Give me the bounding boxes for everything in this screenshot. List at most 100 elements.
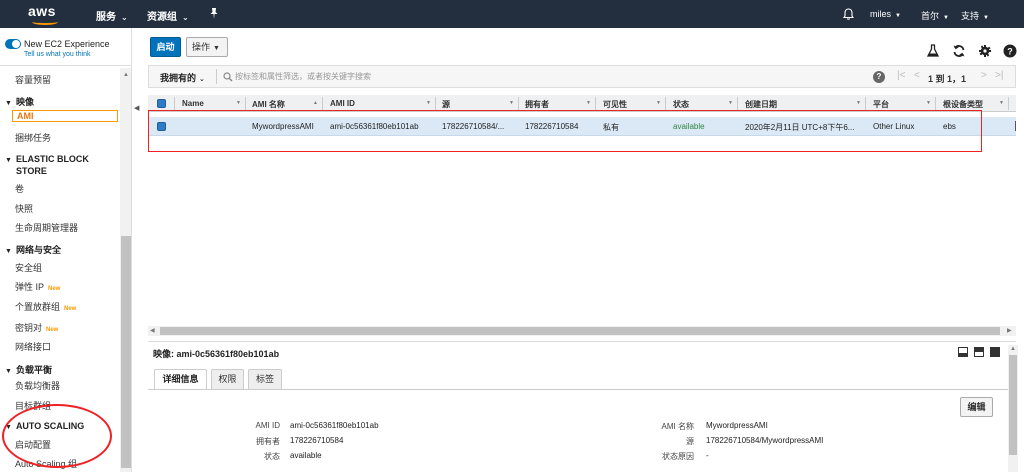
column-header-name[interactable]: Name: [182, 99, 204, 108]
table-horizontal-scrollbar[interactable]: ◀ ▶: [148, 326, 1016, 336]
detail-value-ami-name: MywordpressAMI: [706, 421, 768, 430]
column-header-created[interactable]: 创建日期: [745, 99, 777, 110]
support-menu[interactable]: 支持 ▼: [961, 9, 989, 22]
detail-value-status: available: [290, 451, 322, 460]
scroll-left-icon[interactable]: ◀: [150, 327, 155, 334]
sidebar-item-launch-configurations[interactable]: 启动配置: [15, 438, 51, 451]
select-all-checkbox[interactable]: [157, 99, 166, 108]
sidebar-item-key-pairs[interactable]: 密钥对 New: [15, 321, 58, 334]
tab-tags[interactable]: 标签: [248, 369, 282, 389]
sidebar-scrollbar[interactable]: ▲: [120, 68, 131, 472]
column-header-root-device[interactable]: 根设备类型: [943, 99, 983, 110]
sidebar-item-snapshots[interactable]: 快照: [15, 202, 33, 215]
resource-groups-menu[interactable]: 资源组 ⌄: [147, 8, 189, 23]
services-menu[interactable]: 服务 ⌄: [96, 8, 128, 23]
feedback-link[interactable]: Tell us what you think: [24, 51, 91, 58]
sidebar-item-placement-groups[interactable]: 个置放群组 New: [15, 300, 76, 313]
new-badge: New: [48, 286, 61, 292]
sort-icon[interactable]: ▼: [856, 100, 861, 106]
refresh-icon[interactable]: [952, 44, 966, 58]
bell-icon[interactable]: [843, 8, 854, 20]
detail-label-ami-id: AMI ID: [255, 421, 280, 430]
column-separator: [595, 97, 596, 110]
launch-button[interactable]: 启动: [150, 37, 181, 57]
column-separator: [245, 97, 246, 110]
next-page-icon[interactable]: >: [981, 70, 987, 81]
sidebar-item-target-groups[interactable]: 目标群组: [15, 399, 51, 412]
panel-maximize-icon[interactable]: [990, 347, 1000, 357]
detail-vertical-scrollbar[interactable]: ▲: [1008, 345, 1018, 472]
last-page-icon[interactable]: >|: [995, 70, 1003, 81]
sidebar-item-load-balancers[interactable]: 负载均衡器: [15, 379, 60, 392]
sidebar-item-elastic-ip[interactable]: 弹性 IP New: [15, 280, 60, 293]
aws-logo[interactable]: aws: [28, 3, 68, 25]
filter-search-input[interactable]: [235, 69, 865, 84]
column-separator: [518, 97, 519, 110]
sidebar-item-auto-scaling-groups[interactable]: Auto Scaling 组: [15, 457, 77, 470]
user-menu[interactable]: miles ▼: [870, 9, 901, 19]
sidebar-item-security-groups[interactable]: 安全组: [15, 261, 42, 274]
scrollbar-thumb[interactable]: [1009, 355, 1017, 455]
detail-label-status: 状态: [264, 452, 280, 461]
sidebar-section-network-security[interactable]: ▼ 网络与安全: [5, 243, 61, 256]
sidebar-section-images[interactable]: ▼ 映像: [5, 95, 34, 108]
column-header-owner[interactable]: 拥有者: [525, 99, 549, 110]
caret-down-icon: ▼: [943, 15, 949, 21]
divider: [216, 69, 217, 84]
edit-button[interactable]: 编辑: [960, 397, 993, 417]
detail-value-source: 178226710584/MywordpressAMI: [706, 436, 824, 445]
sidebar-section-load-balancing[interactable]: ▼ 负载平衡: [5, 363, 52, 376]
divider: [148, 389, 1008, 390]
column-header-platform[interactable]: 平台: [873, 99, 889, 110]
tab-permissions[interactable]: 权限: [211, 369, 244, 389]
column-separator: [737, 97, 738, 110]
sidebar-item-network-interfaces[interactable]: 网络接口: [15, 340, 51, 353]
sort-icon[interactable]: ▼: [236, 100, 241, 106]
table-row[interactable]: MywordpressAMI ami-0c56361f80eb101ab 178…: [148, 117, 1016, 136]
scrollbar-thumb[interactable]: [121, 236, 131, 468]
sort-icon[interactable]: ▼: [509, 100, 514, 106]
sort-icon[interactable]: ▼: [999, 100, 1004, 106]
help-icon[interactable]: ?: [873, 71, 885, 83]
column-header-source[interactable]: 源: [442, 99, 450, 110]
sort-icon[interactable]: ▼: [586, 100, 591, 106]
scroll-right-icon[interactable]: ▶: [1007, 327, 1012, 334]
sort-icon[interactable]: ▼: [728, 100, 733, 106]
gear-icon[interactable]: [978, 44, 992, 58]
owner-filter-select[interactable]: 我拥有的 ⌄: [160, 71, 205, 84]
sidebar-item-ami[interactable]: AMI: [12, 110, 118, 122]
cell-created: 2020年2月11日 UTC+8下午6...: [745, 123, 855, 132]
first-page-icon[interactable]: |<: [897, 70, 905, 81]
sort-icon[interactable]: ▼: [426, 100, 431, 106]
pin-icon[interactable]: [209, 8, 219, 19]
collapse-sidebar-icon[interactable]: ◀: [134, 104, 139, 112]
scroll-up-icon[interactable]: ▲: [123, 72, 129, 78]
flask-icon[interactable]: [926, 44, 940, 58]
sidebar-section-auto-scaling[interactable]: ▼ AUTO SCALING: [5, 421, 84, 431]
panel-split-icon[interactable]: [974, 347, 984, 357]
sidebar-item-bundle-tasks[interactable]: 捆绑任务: [15, 131, 51, 144]
sort-icon[interactable]: ▼: [926, 100, 931, 106]
sidebar-item-capacity-reservations[interactable]: 容量预留: [15, 73, 51, 86]
toggle-switch-icon[interactable]: [5, 39, 21, 49]
row-checkbox[interactable]: [157, 122, 166, 131]
scrollbar-thumb[interactable]: [160, 327, 1000, 335]
column-header-status[interactable]: 状态: [673, 99, 689, 110]
help-circle-icon[interactable]: ?: [1003, 44, 1017, 58]
sort-asc-icon[interactable]: ▲: [313, 100, 318, 106]
region-menu[interactable]: 首尔 ▼: [921, 9, 949, 22]
actions-button[interactable]: 操作 ▼: [186, 37, 228, 57]
sidebar-item-volumes[interactable]: 卷: [15, 182, 24, 195]
sort-icon[interactable]: ▼: [656, 100, 661, 106]
prev-page-icon[interactable]: <: [914, 70, 920, 81]
column-header-ami-id[interactable]: AMI ID: [330, 99, 355, 108]
column-header-visibility[interactable]: 可见性: [603, 99, 627, 110]
tab-details[interactable]: 详细信息: [154, 369, 207, 390]
column-header-ami-name[interactable]: AMI 名称: [252, 99, 285, 110]
search-icon: [223, 72, 233, 82]
chevron-down-icon: ⌄: [182, 13, 189, 22]
panel-bottom-icon[interactable]: [958, 347, 968, 357]
sidebar-section-ebs[interactable]: ▼ ELASTIC BLOCK: [5, 154, 89, 164]
sidebar-item-lifecycle-manager[interactable]: 生命周期管理器: [15, 221, 78, 234]
scroll-up-icon[interactable]: ▲: [1010, 346, 1016, 352]
